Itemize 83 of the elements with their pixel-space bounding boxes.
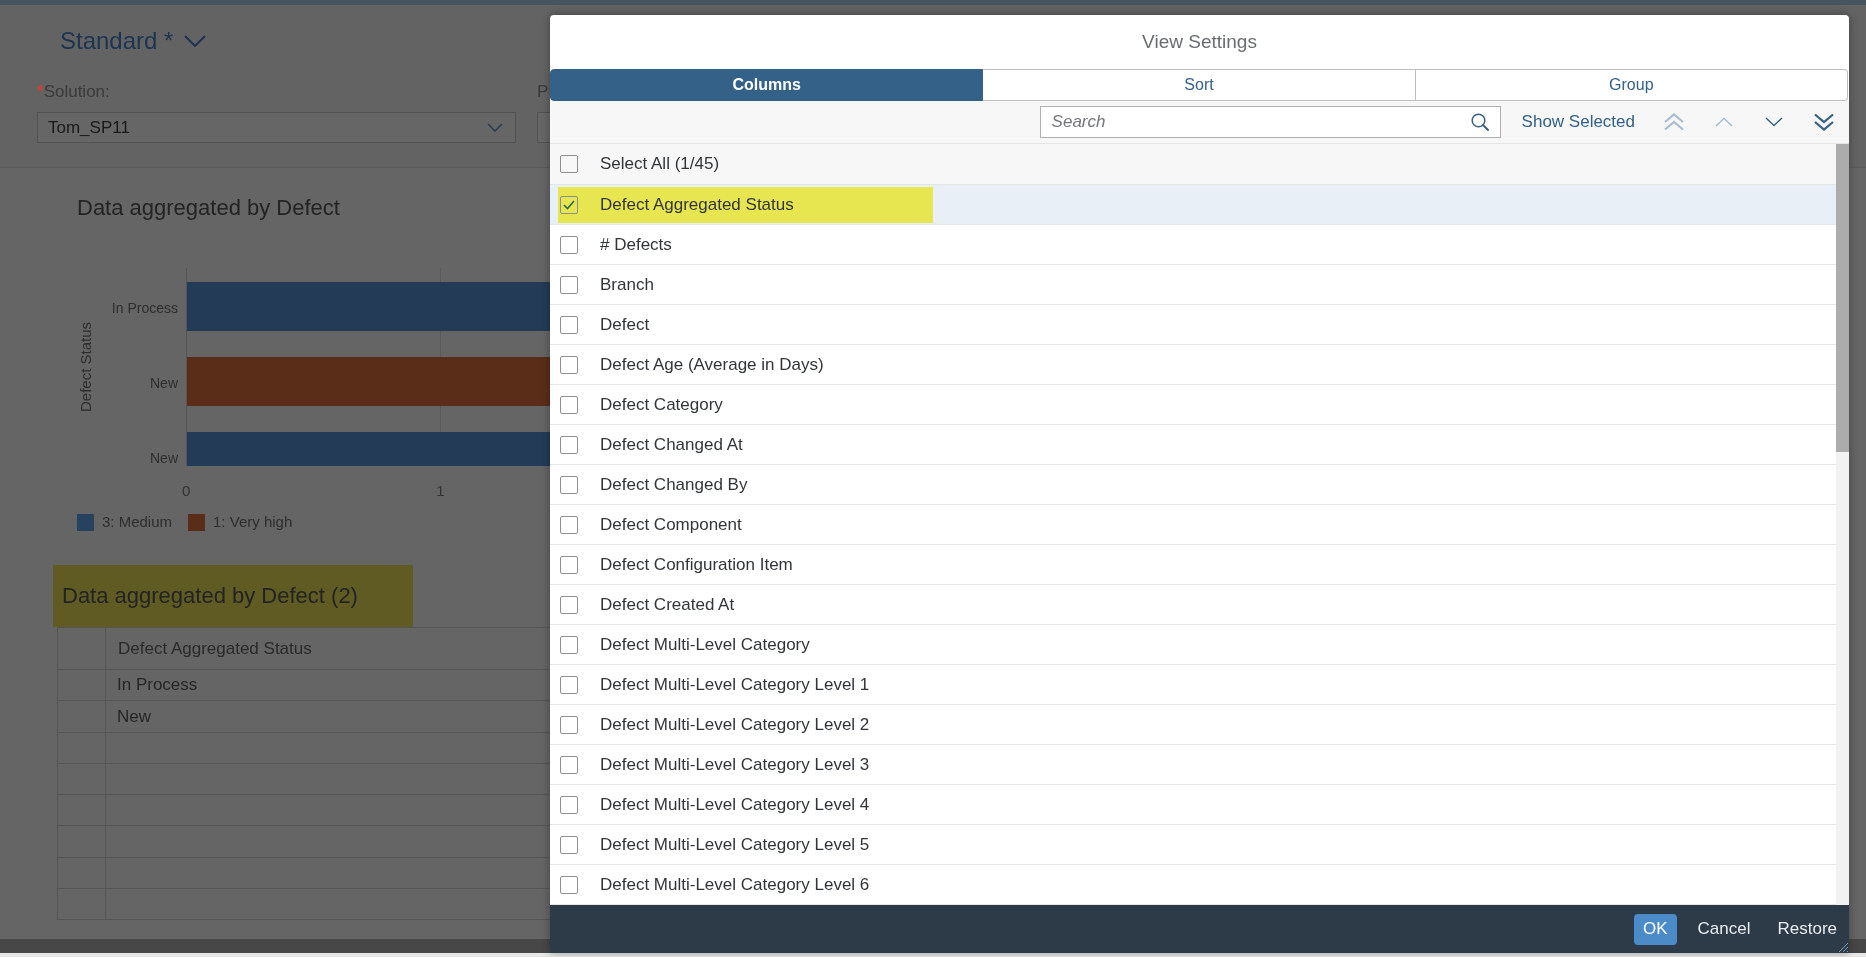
checkbox-label: Defect Component (600, 513, 742, 536)
double-chevron-up-icon (1664, 113, 1684, 131)
select-field[interactable] (537, 112, 550, 143)
search-icon[interactable] (1470, 113, 1489, 131)
checkbox[interactable] (560, 315, 578, 334)
checkbox[interactable] (560, 475, 578, 494)
chevron-down-icon (487, 123, 503, 132)
dialog-button[interactable]: Cancel (1691, 913, 1757, 945)
search-field[interactable]: Search (1039, 106, 1501, 138)
checkbox[interactable] (560, 835, 578, 854)
checkbox-label: Select All (1/45) (600, 153, 720, 176)
list-item[interactable]: Defect Multi-Level Category Level 6 (550, 865, 1836, 905)
list-item[interactable]: Defect Changed By (550, 465, 1836, 505)
list-item[interactable]: Defect Multi-Level Category Level 3 (550, 745, 1836, 785)
double-chevron-down-icon (1814, 113, 1834, 131)
checkbox[interactable] (560, 235, 578, 254)
list-item[interactable]: Defect Multi-Level Category Level 4 (550, 785, 1836, 825)
chevron-up-icon (1715, 117, 1733, 127)
table-cell-text: In Process (116, 674, 199, 697)
list-item[interactable]: # Defects (550, 225, 1836, 265)
list-item[interactable]: Select All (1/45) (550, 144, 1836, 185)
checkbox-label: Defect Multi-Level Category Level 2 (600, 713, 870, 736)
checkbox[interactable] (560, 795, 578, 814)
checkbox-label: Defect Multi-Level Category Level 1 (600, 673, 870, 696)
list-item[interactable]: Defect Multi-Level Category Level 1 (550, 665, 1836, 705)
checkbox[interactable] (560, 675, 578, 694)
table-title: Data aggregated by Defect (2) (62, 582, 358, 610)
list-item[interactable]: Defect Aggregated Status (550, 185, 1836, 225)
checkbox-label: Defect Aggregated Status (600, 193, 794, 216)
checkbox[interactable] (560, 635, 578, 654)
tab[interactable]: Sort (983, 69, 1416, 101)
list-item[interactable]: Defect Component (550, 505, 1836, 545)
tab[interactable]: Columns (550, 69, 984, 101)
check-icon (563, 199, 575, 210)
axis-title: Defect Status (77, 321, 95, 412)
chevron-down-icon (1765, 117, 1783, 127)
list-item[interactable]: Defect Configuration Item (550, 545, 1836, 585)
checkbox[interactable] (560, 515, 578, 534)
caret-down-icon[interactable] (184, 35, 207, 47)
checkbox[interactable] (560, 875, 578, 894)
list-item[interactable]: Defect Multi-Level Category (550, 625, 1836, 665)
checkbox-label: Defect Changed By (600, 473, 748, 496)
checkbox[interactable] (560, 155, 578, 173)
checkbox-label: Defect Multi-Level Category Level 3 (600, 753, 870, 776)
list-item[interactable]: Branch (550, 265, 1836, 305)
list-item[interactable]: Defect Multi-Level Category Level 5 (550, 825, 1836, 865)
checkbox-label: Defect Configuration Item (600, 553, 793, 576)
checkbox-label: Defect Created At (600, 593, 735, 616)
checkbox[interactable] (560, 395, 578, 414)
checkbox[interactable] (560, 715, 578, 734)
checkbox-label: Branch (600, 273, 654, 296)
dialog-button[interactable]: OK (1634, 913, 1677, 945)
scrollbar-track[interactable] (1836, 144, 1849, 905)
list-item[interactable]: Defect Age (Average in Days) (550, 345, 1836, 385)
resize-handle-icon[interactable] (1839, 943, 1848, 952)
chart-title: Data aggregated by Defect (77, 195, 340, 220)
checkbox[interactable] (560, 555, 578, 574)
show-selected-button[interactable]: Show Selected (1521, 109, 1635, 135)
checkbox[interactable] (560, 595, 578, 614)
checkbox-label: Defect Multi-Level Category Level 6 (600, 873, 870, 896)
list-item[interactable]: Defect Created At (550, 585, 1836, 625)
checkbox[interactable] (560, 755, 578, 774)
checkbox-label: Defect Multi-Level Category (600, 633, 810, 656)
checkbox-label: Defect Age (Average in Days) (600, 353, 824, 376)
checkbox[interactable] (560, 195, 578, 214)
dialog-title: View Settings (1142, 29, 1257, 54)
checkbox-label: Defect Multi-Level Category Level 5 (600, 833, 870, 856)
list-item[interactable]: Defect Category (550, 385, 1836, 425)
checkbox-label: Defect Multi-Level Category Level 4 (600, 793, 870, 816)
checkbox[interactable] (560, 435, 578, 454)
checkbox-label: Defect (600, 313, 650, 336)
checkbox-label: Defect Changed At (600, 433, 743, 456)
list-item[interactable]: Defect Multi-Level Category Level 2 (550, 705, 1836, 745)
list-item[interactable]: Defect (550, 305, 1836, 345)
checkbox-label: # Defects (600, 233, 672, 256)
dialog-button[interactable]: Restore (1771, 913, 1843, 945)
table-cell-text: New (116, 705, 152, 728)
tab[interactable]: Group (1415, 69, 1848, 101)
checkbox[interactable] (560, 275, 578, 294)
checkbox-label: Defect Category (600, 393, 723, 416)
scrollbar-thumb[interactable] (1836, 144, 1849, 452)
checkbox[interactable] (560, 355, 578, 374)
list-item[interactable]: Defect Changed At (550, 425, 1836, 465)
